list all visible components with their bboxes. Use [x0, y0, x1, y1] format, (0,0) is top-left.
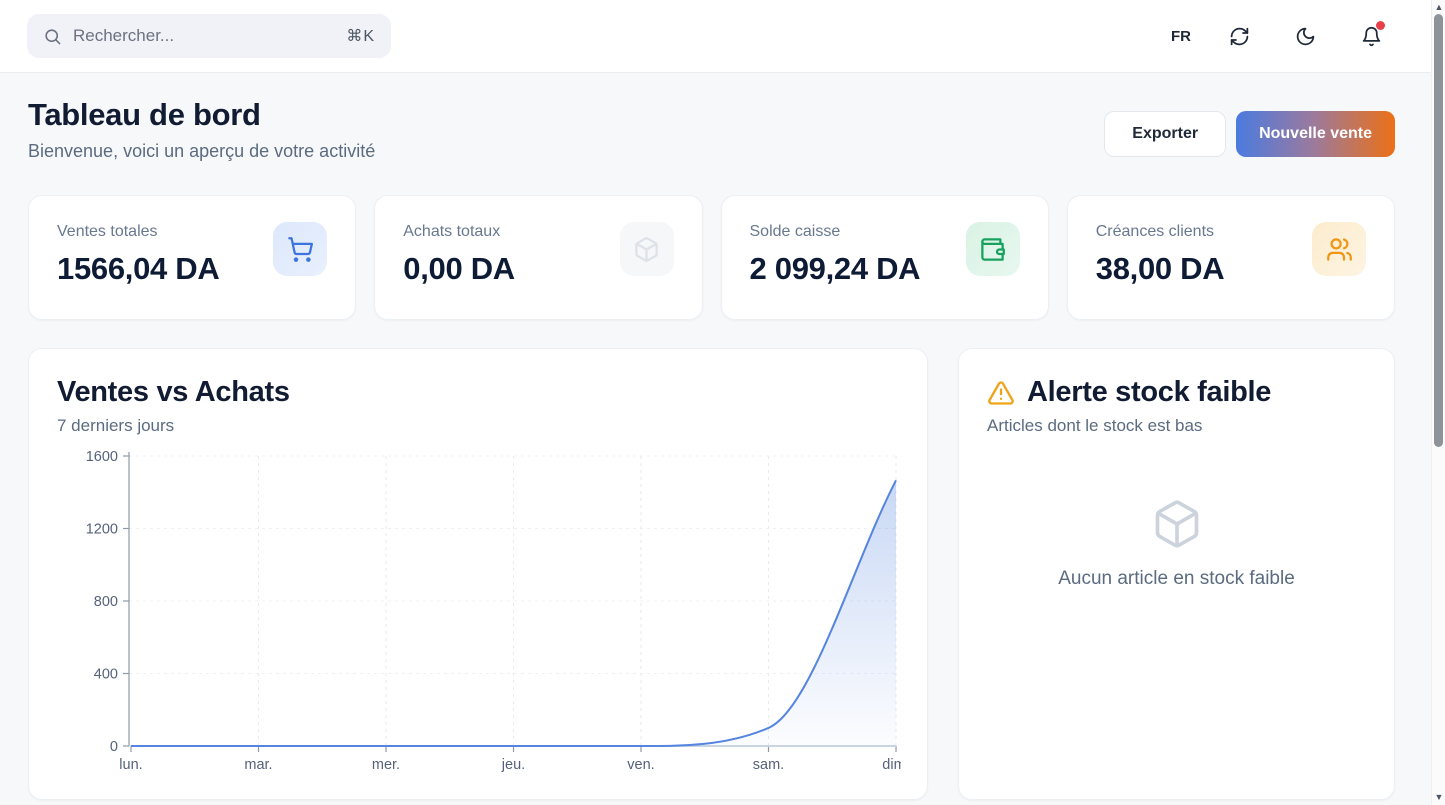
- page-subtitle: Bienvenue, voici un aperçu de votre acti…: [28, 141, 375, 162]
- svg-text:mer.: mer.: [372, 757, 400, 773]
- empty-stock-state: Aucun article en stock faible: [987, 498, 1366, 590]
- svg-text:1200: 1200: [86, 522, 118, 538]
- search-input[interactable]: [73, 26, 335, 46]
- moon-icon: [1295, 26, 1316, 47]
- wallet-icon: [966, 222, 1020, 276]
- main-content: Tableau de bord Bienvenue, voici un aper…: [0, 73, 1445, 800]
- svg-text:lun.: lun.: [119, 757, 142, 773]
- chart-title: Ventes vs Achats: [57, 376, 899, 409]
- page-header: Tableau de bord Bienvenue, voici un aper…: [28, 97, 1395, 162]
- search-shortcut: ⌘K: [346, 26, 375, 46]
- svg-text:dim.: dim.: [882, 757, 901, 773]
- scroll-down-arrow[interactable]: ▼: [1432, 792, 1445, 802]
- theme-toggle-button[interactable]: [1287, 18, 1323, 54]
- notifications-button[interactable]: [1353, 18, 1389, 54]
- svg-text:0: 0: [110, 739, 118, 755]
- stat-card-creances-clients: Créances clients 38,00 DA: [1067, 195, 1395, 320]
- stats-grid: Ventes totales 1566,04 DA Achats totaux …: [28, 195, 1395, 320]
- vertical-scrollbar[interactable]: ▲ ▼: [1431, 0, 1445, 805]
- chart-subtitle: 7 derniers jours: [57, 416, 899, 436]
- scrollbar-thumb[interactable]: [1434, 14, 1443, 447]
- header-actions: Exporter Nouvelle vente: [1104, 111, 1395, 157]
- svg-text:400: 400: [94, 667, 118, 683]
- bottom-row: Ventes vs Achats 7 derniers jours 0 400 80…: [28, 348, 1395, 800]
- cart-icon: [273, 222, 327, 276]
- alert-subtitle: Articles dont le stock est bas: [987, 416, 1366, 436]
- topbar-actions: FR: [1171, 18, 1389, 54]
- empty-stock-text: Aucun article en stock faible: [1058, 568, 1295, 590]
- scroll-up-arrow[interactable]: ▲: [1432, 2, 1445, 12]
- low-stock-alert-card: Alerte stock faible Articles dont le sto…: [958, 348, 1395, 800]
- package-icon: [1151, 498, 1203, 550]
- users-icon: [1312, 222, 1366, 276]
- svg-text:jeu.: jeu.: [501, 757, 525, 773]
- stat-card-ventes-totales: Ventes totales 1566,04 DA: [28, 195, 356, 320]
- svg-text:800: 800: [94, 594, 118, 610]
- svg-text:1600: 1600: [86, 449, 118, 465]
- language-button[interactable]: FR: [1171, 28, 1191, 45]
- stat-card-solde-caisse: Solde caisse 2 099,24 DA: [721, 195, 1049, 320]
- dashboard-page: ⌘K FR Tableau de bord Bienvenue, voici u…: [0, 0, 1445, 805]
- warning-icon: [987, 379, 1015, 407]
- sales-vs-purchases-chart: 0 400 800 1200 1600 lun. mar. mer. jeu. ven. sam. d…: [57, 444, 901, 776]
- package-icon: [620, 222, 674, 276]
- svg-text:sam.: sam.: [753, 757, 784, 773]
- sales-chart-card: Ventes vs Achats 7 derniers jours 0 400 80…: [28, 348, 928, 800]
- topbar: ⌘K FR: [0, 0, 1445, 73]
- svg-text:mar.: mar.: [244, 757, 272, 773]
- notification-badge: [1376, 21, 1385, 30]
- export-button[interactable]: Exporter: [1104, 111, 1226, 157]
- search-box[interactable]: ⌘K: [27, 14, 391, 58]
- svg-text:ven.: ven.: [627, 757, 654, 773]
- page-title: Tableau de bord: [28, 97, 375, 133]
- search-icon: [43, 27, 62, 46]
- refresh-icon: [1229, 26, 1250, 47]
- alert-title: Alerte stock faible: [1027, 376, 1271, 409]
- new-sale-button[interactable]: Nouvelle vente: [1236, 111, 1395, 157]
- stat-card-achats-totaux: Achats totaux 0,00 DA: [374, 195, 702, 320]
- refresh-button[interactable]: [1221, 18, 1257, 54]
